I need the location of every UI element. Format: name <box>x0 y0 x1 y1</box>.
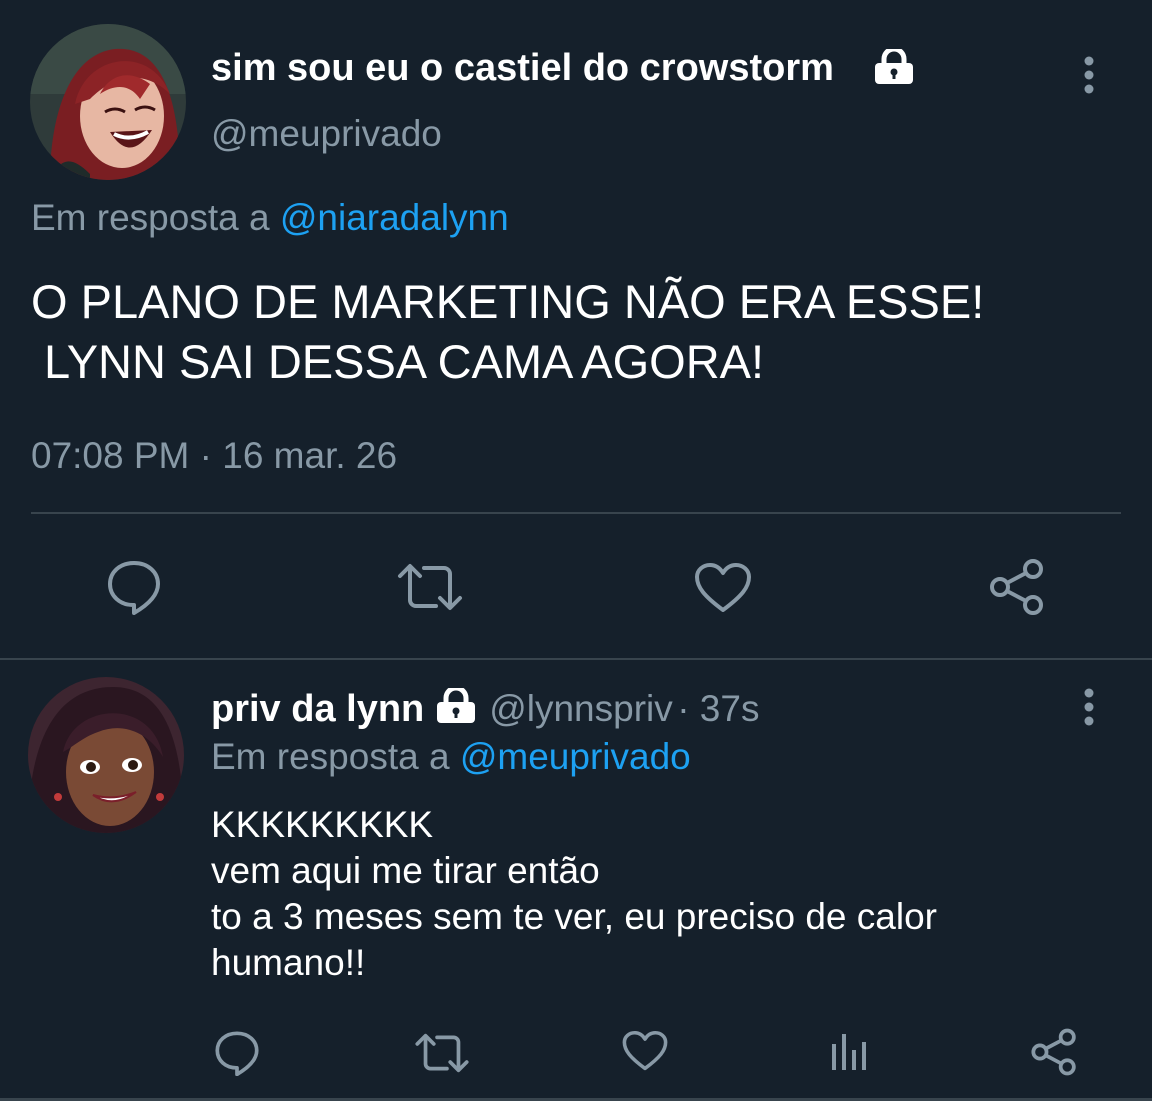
reply-tweet-text: KKKKKKKKK vem aqui me tirar então to a 3… <box>211 802 937 986</box>
main-display-name[interactable]: sim sou eu o castiel do crowstorm <box>211 46 834 90</box>
tweet-text-line: O PLANO DE MARKETING NÃO ERA ESSE! <box>31 275 985 328</box>
reply-icon[interactable] <box>106 559 162 615</box>
like-icon[interactable] <box>622 1030 668 1072</box>
reply-handle[interactable]: @lynnspriv <box>489 688 673 729</box>
share-icon[interactable] <box>1030 1028 1078 1076</box>
tweet-text-line: vem aqui me tirar então <box>211 850 600 891</box>
divider <box>0 658 1152 660</box>
reply-reply-context: Em resposta a @meuprivado <box>211 735 691 779</box>
tweet-text-line: to a 3 meses sem te ver, eu preciso de c… <box>211 896 937 937</box>
more-options-icon[interactable] <box>1078 56 1100 96</box>
reply-header: priv da lynn @lynnspriv · 37s <box>211 686 759 732</box>
reply-display-name[interactable]: priv da lynn <box>211 688 424 730</box>
reply-icon[interactable] <box>214 1030 260 1076</box>
retweet-icon[interactable] <box>396 562 464 612</box>
lock-icon <box>873 49 915 85</box>
main-reply-context: Em resposta a @niaradalynn <box>31 196 509 240</box>
reply-to-link[interactable]: @niaradalynn <box>280 197 509 238</box>
share-icon[interactable] <box>988 558 1046 616</box>
tweet-text-line: KKKKKKKKK <box>211 804 434 845</box>
lock-icon <box>435 688 479 726</box>
like-icon[interactable] <box>694 562 752 614</box>
more-options-icon[interactable] <box>1078 688 1100 728</box>
avatar-lynn[interactable] <box>28 677 184 833</box>
reply-to-link[interactable]: @meuprivado <box>460 736 691 777</box>
reply-prefix: Em resposta a <box>211 736 450 777</box>
main-timestamp[interactable]: 07:08 PM · 16 mar. 26 <box>31 434 397 478</box>
divider <box>31 512 1121 514</box>
analytics-icon[interactable] <box>830 1030 870 1072</box>
retweet-icon[interactable] <box>414 1032 470 1074</box>
tweet-text-line: LYNN SAI DESSA CAMA AGORA! <box>31 335 765 388</box>
main-handle[interactable]: @meuprivado <box>211 112 442 156</box>
reply-time[interactable]: · 37s <box>677 688 759 729</box>
reply-prefix: Em resposta a <box>31 197 270 238</box>
main-tweet-text: O PLANO DE MARKETING NÃO ERA ESSE! LYNN … <box>31 272 984 392</box>
tweet-text-line: humano!! <box>211 942 366 983</box>
avatar-castiel[interactable] <box>30 24 186 180</box>
